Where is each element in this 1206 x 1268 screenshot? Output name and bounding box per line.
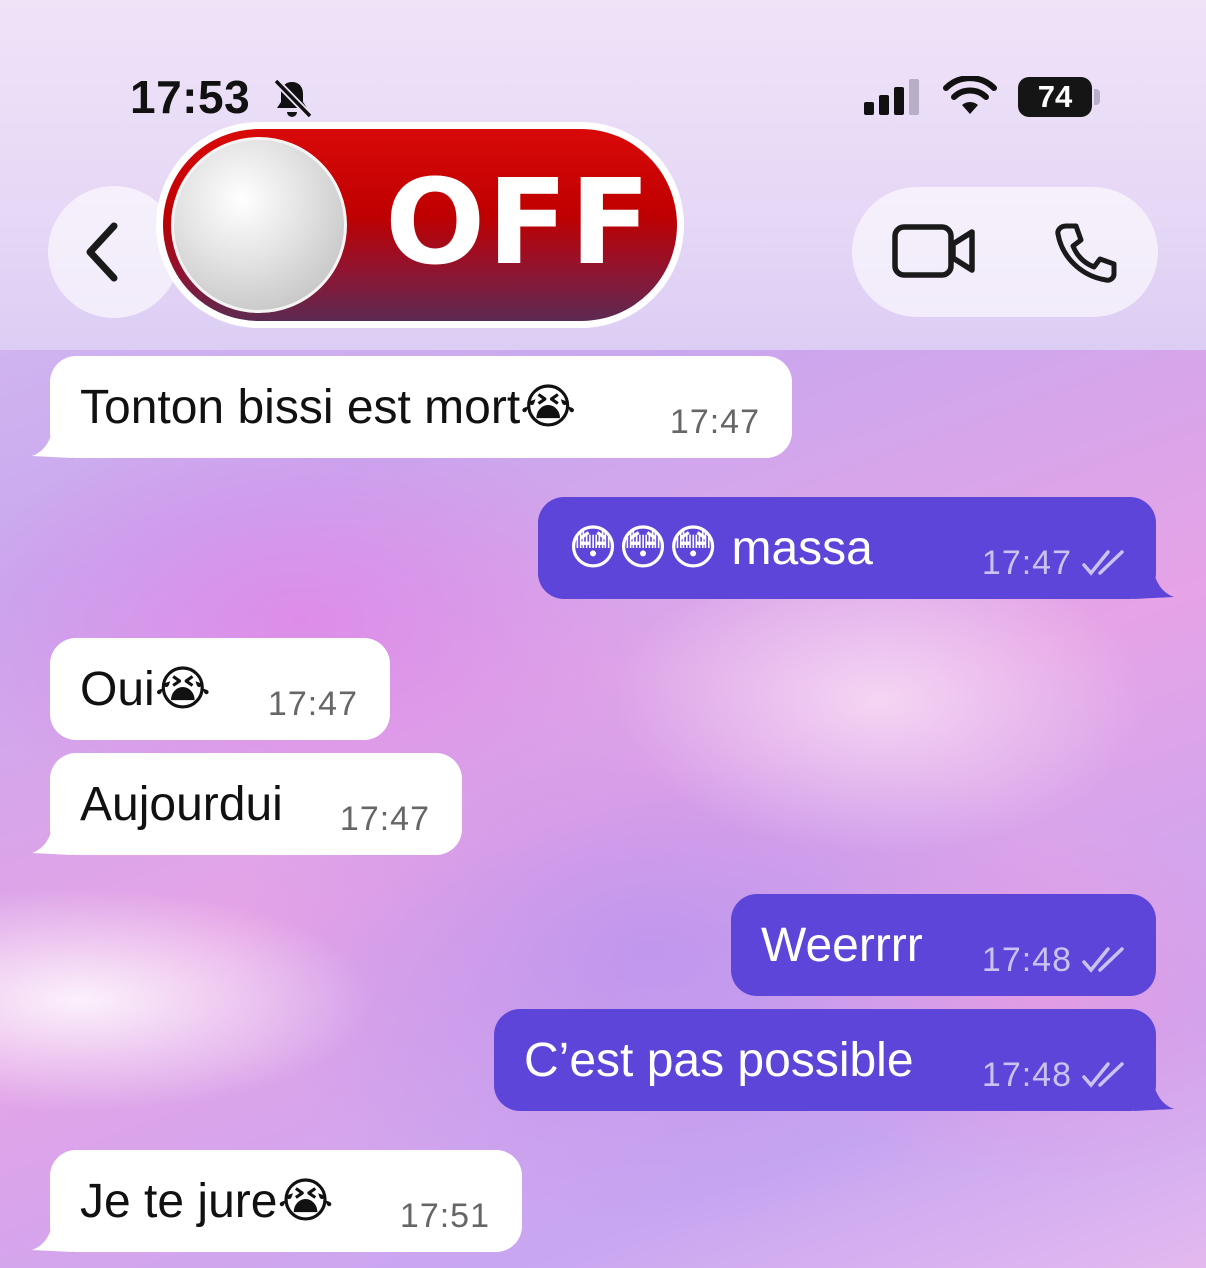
message-bubble-outgoing[interactable]: Weerrrr 17:48 [731, 894, 1156, 996]
message-bubble-incoming[interactable]: Aujourdui 17:47 [32, 753, 462, 855]
message-text: Je te jure😭 [80, 1175, 334, 1228]
message-time: 17:47 [267, 685, 358, 723]
message-bubble-outgoing[interactable]: C’est pas possible 17:48 [494, 1009, 1174, 1111]
bubble-tail [32, 1216, 72, 1252]
message-bubble-incoming[interactable]: Oui😭 17:47 [50, 638, 390, 740]
wifi-icon [943, 76, 997, 114]
message-bubble-incoming[interactable]: Tonton bissi est mort😭 17:47 [32, 356, 792, 458]
battery-icon: 74 [1018, 77, 1092, 117]
message-time: 17:48 [981, 1056, 1072, 1094]
message-time: 17:47 [339, 800, 430, 838]
message-text: C’est pas possible [524, 1033, 914, 1087]
message-text: Tonton bissi est mort😭 [80, 381, 577, 434]
cellular-signal-icon [864, 79, 919, 115]
off-switch-sticker: OFF [156, 122, 684, 328]
read-ticks-icon [1082, 550, 1124, 576]
message-text: Weerrrr [761, 918, 923, 972]
bell-muted-icon [273, 78, 313, 119]
message-time: 17:47 [669, 403, 760, 441]
status-time: 17:53 [130, 71, 251, 123]
video-call-icon[interactable] [892, 222, 976, 280]
bubble-tail [1134, 563, 1174, 599]
off-switch-knob [171, 137, 347, 313]
read-ticks-icon [1082, 1062, 1124, 1088]
battery-cap [1094, 89, 1100, 105]
bubble-tail [32, 819, 72, 855]
message-time: 17:47 [981, 544, 1072, 582]
message-time: 17:51 [399, 1197, 490, 1235]
phone-call-icon[interactable] [1052, 222, 1118, 284]
message-time: 17:48 [981, 941, 1072, 979]
message-text: Oui😭 [80, 663, 211, 716]
off-switch-body: OFF [163, 129, 677, 321]
off-sticker-text: OFF [385, 153, 653, 291]
message-bubble-incoming[interactable]: Je te jure😭 17:51 [32, 1150, 522, 1252]
bubble-tail [32, 422, 72, 458]
bubble-tail [1134, 1075, 1174, 1111]
message-text: Aujourdui [80, 777, 283, 831]
message-bubble-outgoing[interactable]: 😳😳😳 massa 17:47 [538, 497, 1174, 599]
back-chevron-icon [86, 222, 118, 282]
read-ticks-icon [1082, 947, 1124, 973]
message-text: 😳😳😳 massa [568, 522, 873, 575]
